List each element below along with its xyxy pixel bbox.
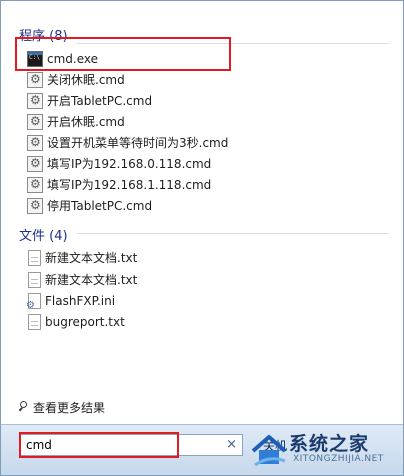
program-item-label: 填写IP为192.168.0.118.cmd — [47, 157, 212, 171]
file-item-label: bugreport.txt — [45, 314, 125, 329]
batch-file-icon — [27, 155, 43, 172]
highlight-search-box — [19, 432, 179, 458]
files-group-header[interactable]: 文件 (4) — [19, 225, 68, 244]
batch-file-icon — [27, 176, 43, 193]
program-item-label: 填写IP为192.168.1.118.cmd — [47, 178, 212, 192]
program-item-label: 关闭休眠.cmd — [47, 73, 125, 87]
text-document-icon — [28, 249, 41, 266]
watermark-text: 系统之家 — [289, 433, 370, 455]
program-item-boot-menu-wait[interactable]: 设置开机菜单等待时间为3秒.cmd — [27, 132, 387, 153]
file-item-new-text-doc-2[interactable]: 新建文本文档.txt — [27, 269, 387, 290]
batch-file-icon — [27, 113, 43, 130]
file-item-flashfxp-ini[interactable]: FlashFXP.ini — [26, 290, 387, 311]
file-item-new-text-doc-1[interactable]: 新建文本文档.txt — [27, 247, 387, 268]
file-item-bugreport[interactable]: bugreport.txt — [27, 311, 387, 332]
program-item-close-hibernate[interactable]: 关闭休眠.cmd — [27, 69, 387, 90]
program-item-ip-0-118[interactable]: 填写IP为192.168.0.118.cmd — [27, 153, 387, 174]
house-logo-icon — [251, 435, 287, 467]
program-item-disable-tabletpc[interactable]: 停用TabletPC.cmd — [27, 195, 387, 216]
close-icon[interactable]: × — [226, 437, 237, 452]
files-divider — [77, 233, 389, 234]
program-item-label: 开启休眠.cmd — [47, 115, 125, 129]
file-item-label: 新建文本文档.txt — [45, 273, 138, 287]
program-item-ip-1-118[interactable]: 填写IP为192.168.1.118.cmd — [27, 174, 387, 195]
config-file-icon — [26, 292, 41, 311]
program-item-enable-tabletpc[interactable]: 开启TabletPC.cmd — [27, 90, 387, 111]
watermark-subtext: XITONGZHIJIA.NET — [293, 454, 384, 464]
batch-file-icon — [27, 71, 43, 88]
watermark-logo: 系统之家 XITONGZHIJIA.NET — [249, 427, 399, 471]
text-document-icon — [28, 271, 41, 288]
program-item-open-hibernate[interactable]: 开启休眠.cmd — [27, 111, 387, 132]
see-more-results-link[interactable]: 查看更多结果 — [17, 398, 105, 416]
program-item-label: 开启TabletPC.cmd — [47, 94, 153, 108]
batch-file-icon — [27, 134, 43, 151]
program-item-label: 停用TabletPC.cmd — [47, 199, 153, 213]
batch-file-icon — [27, 197, 43, 214]
search-icon — [17, 401, 29, 413]
file-item-label: FlashFXP.ini — [45, 293, 116, 308]
file-item-label: 新建文本文档.txt — [45, 251, 138, 265]
text-document-icon — [28, 313, 41, 330]
highlight-cmd-exe — [15, 37, 231, 71]
program-item-label: 设置开机菜单等待时间为3秒.cmd — [47, 136, 229, 150]
see-more-results-label: 查看更多结果 — [33, 400, 106, 415]
batch-file-icon — [27, 92, 43, 109]
start-menu-search-panel: 程序 (8) cmd.exe 关闭休眠.cmd 开启TabletPC.cmd 开… — [0, 0, 404, 476]
